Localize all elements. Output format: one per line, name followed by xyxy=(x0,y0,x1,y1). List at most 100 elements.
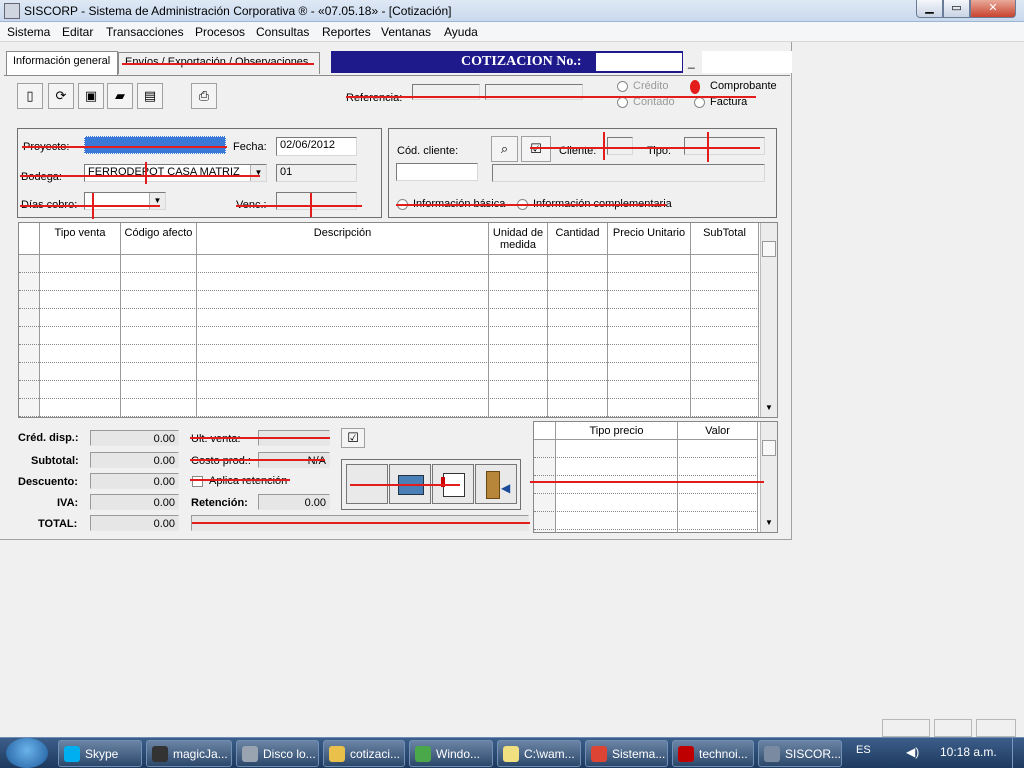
price-scroll-down-icon[interactable]: ▼ xyxy=(765,518,773,527)
annotation-stroke xyxy=(530,481,764,483)
menu-sistema[interactable]: Sistema xyxy=(7,25,50,39)
col-descripcion[interactable]: Descripción xyxy=(197,223,489,255)
table-row[interactable] xyxy=(19,309,759,327)
clock[interactable]: 10:18 a.m. xyxy=(940,745,997,759)
radio-factura[interactable] xyxy=(694,97,705,108)
items-scrollbar[interactable]: ▼ xyxy=(760,223,777,417)
status-panel xyxy=(882,719,930,737)
bodega-chevron-down-icon[interactable]: ▼ xyxy=(250,165,266,181)
open-folder-icon[interactable]: ▰ xyxy=(107,83,133,109)
table-row[interactable] xyxy=(19,345,759,363)
save-icon[interactable]: ▤ xyxy=(137,83,163,109)
tab-divider xyxy=(4,75,790,76)
table-row[interactable] xyxy=(19,381,759,399)
col-tipo-precio[interactable]: Tipo precio xyxy=(556,422,678,440)
exit-door-icon[interactable]: ◀ xyxy=(475,464,517,504)
price-grid[interactable]: Tipo precio Valor ▼ xyxy=(533,421,778,533)
col-cantidad[interactable]: Cantidad xyxy=(548,223,608,255)
scroll-down-icon[interactable]: ▼ xyxy=(765,403,773,412)
taskbar-item-label: magicJa... xyxy=(173,747,228,761)
col-precio-unitario[interactable]: Precio Unitario xyxy=(608,223,691,255)
radio-contado[interactable] xyxy=(617,97,628,108)
menu-bar: Sistema Editar Transacciones Procesos Co… xyxy=(0,22,1024,42)
taskbar-item-label: cotizaci... xyxy=(350,747,401,761)
annotation-stroke xyxy=(122,63,314,65)
start-button[interactable] xyxy=(6,738,48,768)
menu-procesos[interactable]: Procesos xyxy=(195,25,245,39)
tab-informacion-general[interactable]: Información general xyxy=(6,51,118,75)
drive-icon xyxy=(242,746,258,762)
status-panel xyxy=(934,719,972,737)
calculator-icon xyxy=(152,746,168,762)
price-row[interactable] xyxy=(534,512,758,530)
annotation-stroke xyxy=(603,132,605,160)
taskbar-item[interactable]: technoi... xyxy=(672,740,754,767)
cred-disp-value: 0.00 xyxy=(90,430,179,446)
menu-ventanas[interactable]: Ventanas xyxy=(381,25,431,39)
table-row[interactable] xyxy=(19,363,759,381)
menu-transacciones[interactable]: Transacciones xyxy=(106,25,184,39)
taskbar-item[interactable]: magicJa... xyxy=(146,740,232,767)
annotation-stroke xyxy=(190,479,290,481)
descuento-label: Descuento: xyxy=(18,476,78,488)
taskbar-item[interactable]: cotizaci... xyxy=(323,740,405,767)
show-desktop-button[interactable] xyxy=(1012,738,1024,768)
scroll-thumb[interactable] xyxy=(762,241,776,257)
items-grid[interactable]: Tipo venta Código afecto Descripción Uni… xyxy=(18,222,778,418)
table-row[interactable] xyxy=(19,291,759,309)
col-codigo-afecto[interactable]: Código afecto xyxy=(121,223,197,255)
table-row[interactable] xyxy=(19,255,759,273)
col-tipo-venta[interactable]: Tipo venta xyxy=(40,223,121,255)
col-subtotal[interactable]: SubTotal xyxy=(691,223,759,255)
table-row[interactable] xyxy=(19,327,759,345)
col-valor[interactable]: Valor xyxy=(678,422,758,440)
maximize-button[interactable]: ▭ xyxy=(943,0,970,18)
menu-consultas[interactable]: Consultas xyxy=(256,25,309,39)
price-scroll-thumb[interactable] xyxy=(762,440,776,456)
ult-venta-check-icon[interactable]: ☑ xyxy=(341,428,365,448)
price-grid-row-header xyxy=(534,422,556,440)
subtotal-value: 0.00 xyxy=(90,452,179,468)
radio-credito[interactable] xyxy=(617,81,628,92)
select-client-icon[interactable]: ☑ xyxy=(521,136,551,162)
search-client-icon[interactable]: ⌕ xyxy=(491,136,518,162)
proyecto-combo[interactable] xyxy=(84,136,226,154)
cod-cliente-input[interactable] xyxy=(396,163,478,181)
annotation-stroke xyxy=(236,205,362,207)
refresh-icon[interactable]: ⟳ xyxy=(48,83,74,109)
minimize-button[interactable]: ▁ xyxy=(916,0,943,18)
table-row[interactable] xyxy=(19,399,759,417)
menu-reportes[interactable]: Reportes xyxy=(322,25,371,39)
language-indicator[interactable]: ES xyxy=(856,744,871,756)
taskbar-item[interactable]: Sistema... xyxy=(585,740,668,767)
menu-ayuda[interactable]: Ayuda xyxy=(444,25,478,39)
costo-prod-label: Costo prod.: xyxy=(191,455,251,467)
total-label: TOTAL: xyxy=(38,518,78,530)
iva-value: 0.00 xyxy=(90,494,179,510)
bodega-combo[interactable]: FERRODEPOT CASA MATRIZ xyxy=(84,164,267,182)
price-row[interactable] xyxy=(534,494,758,512)
close-button[interactable]: ✕ xyxy=(970,0,1016,18)
taskbar-item[interactable]: Disco lo... xyxy=(236,740,319,767)
annotation-stroke xyxy=(20,175,260,177)
col-unidad-medida[interactable]: Unidad de medida xyxy=(489,223,548,255)
print-icon[interactable]: ⎙ xyxy=(191,83,217,109)
price-row[interactable] xyxy=(534,440,758,458)
annotation-stroke xyxy=(190,459,325,461)
taskbar-item[interactable]: Windo... xyxy=(409,740,493,767)
taskbar-item[interactable]: Skype xyxy=(58,740,142,767)
price-scrollbar[interactable]: ▼ xyxy=(760,422,777,532)
new-doc-icon[interactable]: ▯ xyxy=(17,83,43,109)
table-row[interactable] xyxy=(19,273,759,291)
taskbar-item[interactable]: SISCOR... xyxy=(758,740,842,767)
price-row[interactable] xyxy=(534,476,758,494)
fecha-input[interactable]: 02/06/2012 xyxy=(276,137,357,156)
descuento-value[interactable]: 0.00 xyxy=(90,473,179,489)
preview-icon[interactable]: ▣ xyxy=(78,83,104,109)
annotation-stroke xyxy=(192,522,530,524)
price-row[interactable] xyxy=(534,458,758,476)
volume-icon[interactable]: ◀) xyxy=(906,745,919,759)
taskbar-item[interactable]: C:\wam... xyxy=(497,740,581,767)
menu-editar[interactable]: Editar xyxy=(62,25,93,39)
aplica-retencion-checkbox[interactable] xyxy=(192,476,203,487)
